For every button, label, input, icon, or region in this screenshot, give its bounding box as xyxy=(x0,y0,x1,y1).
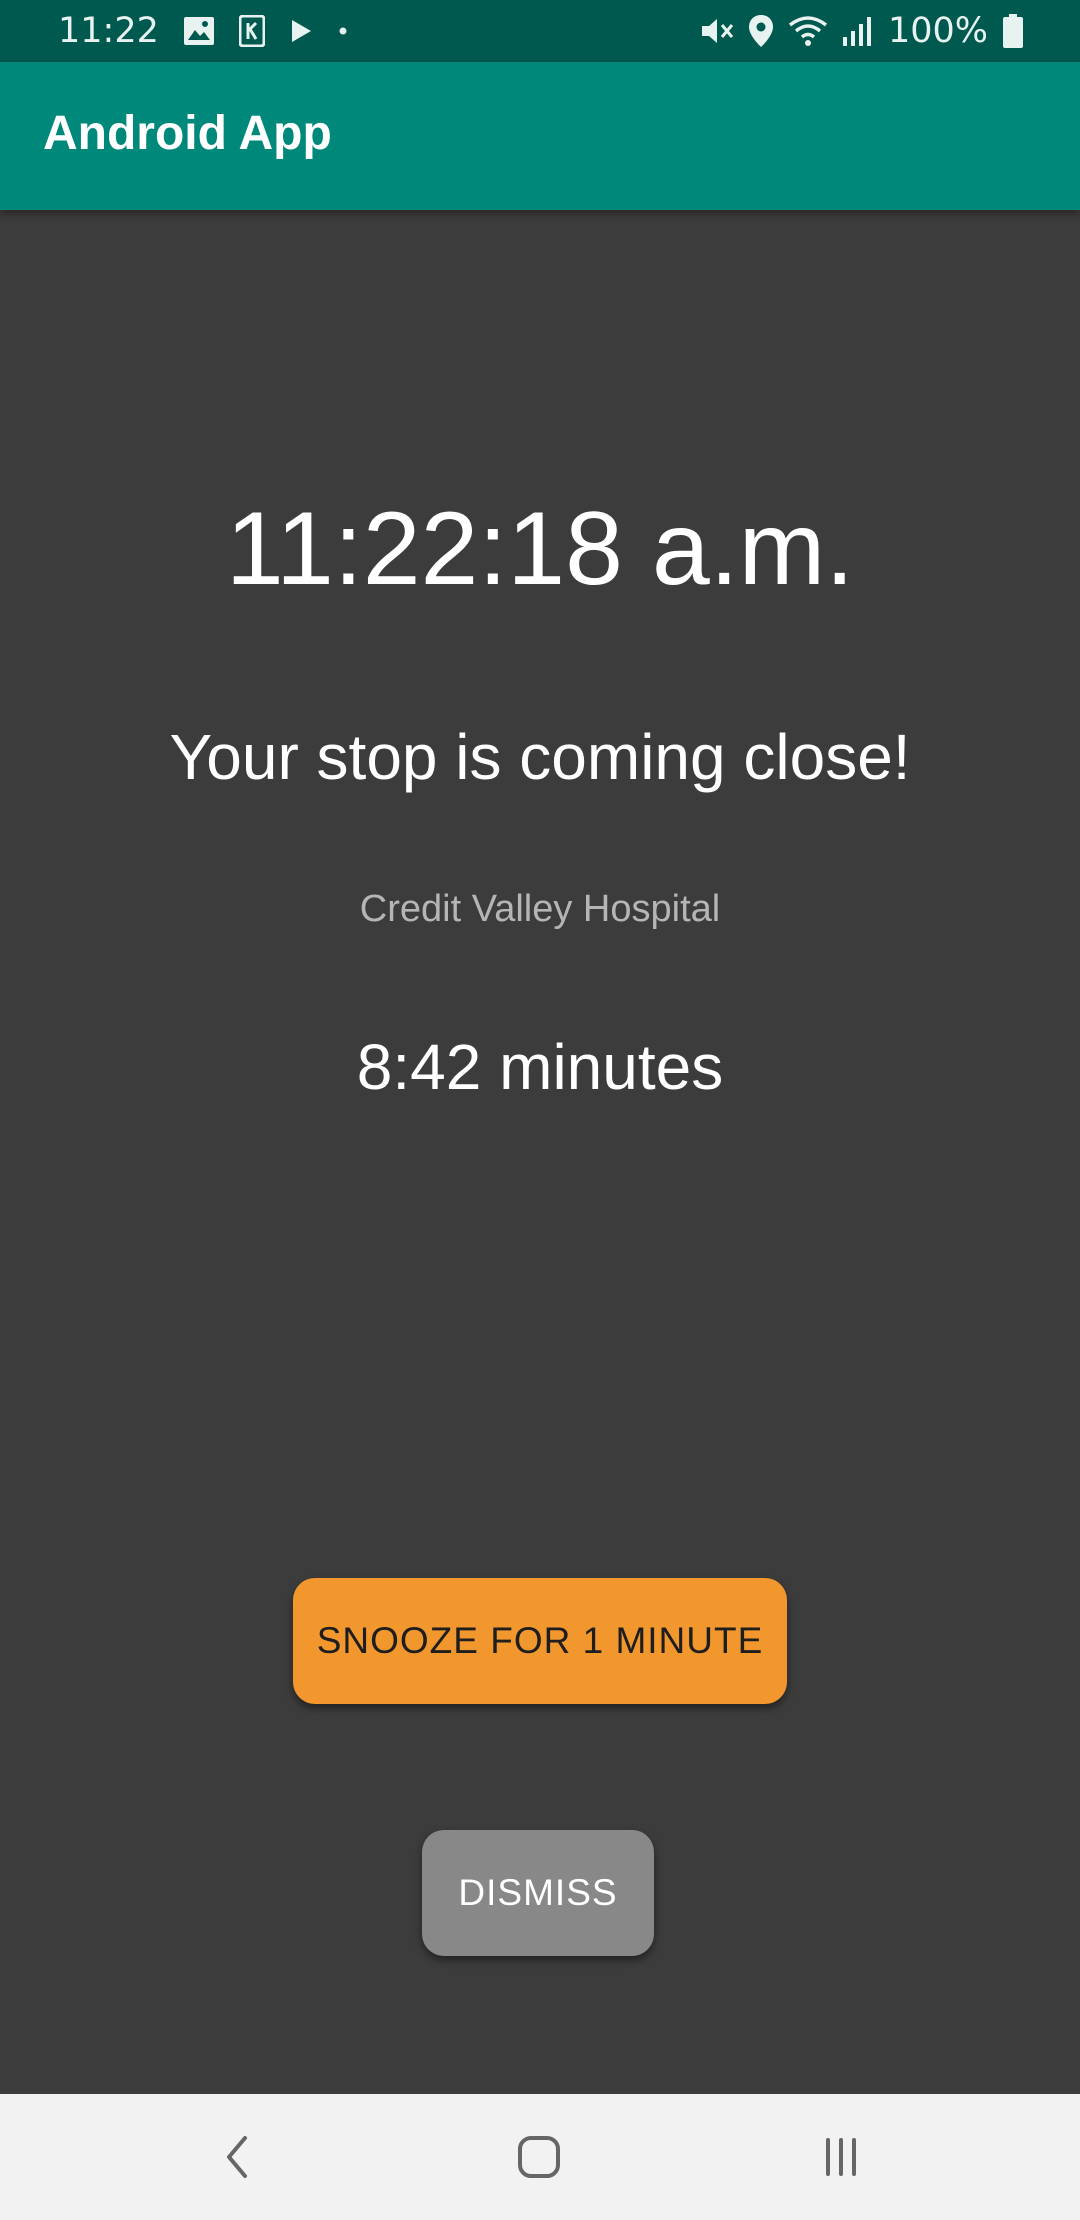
dot-icon xyxy=(337,25,349,37)
status-time: 11:22 xyxy=(58,11,159,51)
back-icon[interactable] xyxy=(202,2122,272,2192)
status-right: 100% xyxy=(686,0,1024,62)
app-title: Android App xyxy=(43,107,332,160)
alarm-screen: 11:22:18 a.m. Your stop is coming close!… xyxy=(0,210,1080,2094)
k-app-icon xyxy=(238,15,265,47)
eta-minutes: 8:42 minutes xyxy=(356,1031,724,1103)
home-icon[interactable] xyxy=(504,2122,574,2192)
stop-name: Credit Valley Hospital xyxy=(359,888,721,930)
app-bar: Android App xyxy=(0,62,1080,210)
play-icon xyxy=(289,18,313,44)
recents-icon[interactable] xyxy=(806,2122,876,2192)
image-icon xyxy=(183,16,215,46)
alert-message: Your stop is coming close! xyxy=(169,721,911,793)
snooze-button[interactable]: SNOOZE FOR 1 MINUTE xyxy=(293,1578,787,1704)
current-time: 11:22:18 a.m. xyxy=(225,491,855,607)
battery-icon xyxy=(1002,13,1024,49)
wifi-icon xyxy=(788,15,828,47)
location-icon xyxy=(748,14,774,48)
mute-icon xyxy=(700,15,734,47)
battery-percentage: 100% xyxy=(887,11,988,51)
dismiss-button[interactable]: DISMISS xyxy=(422,1830,654,1956)
signal-icon xyxy=(842,15,874,47)
status-left: 11:22 xyxy=(0,11,349,51)
navigation-bar xyxy=(0,2094,1080,2220)
status-bar: 11:22 100% xyxy=(0,0,1080,62)
